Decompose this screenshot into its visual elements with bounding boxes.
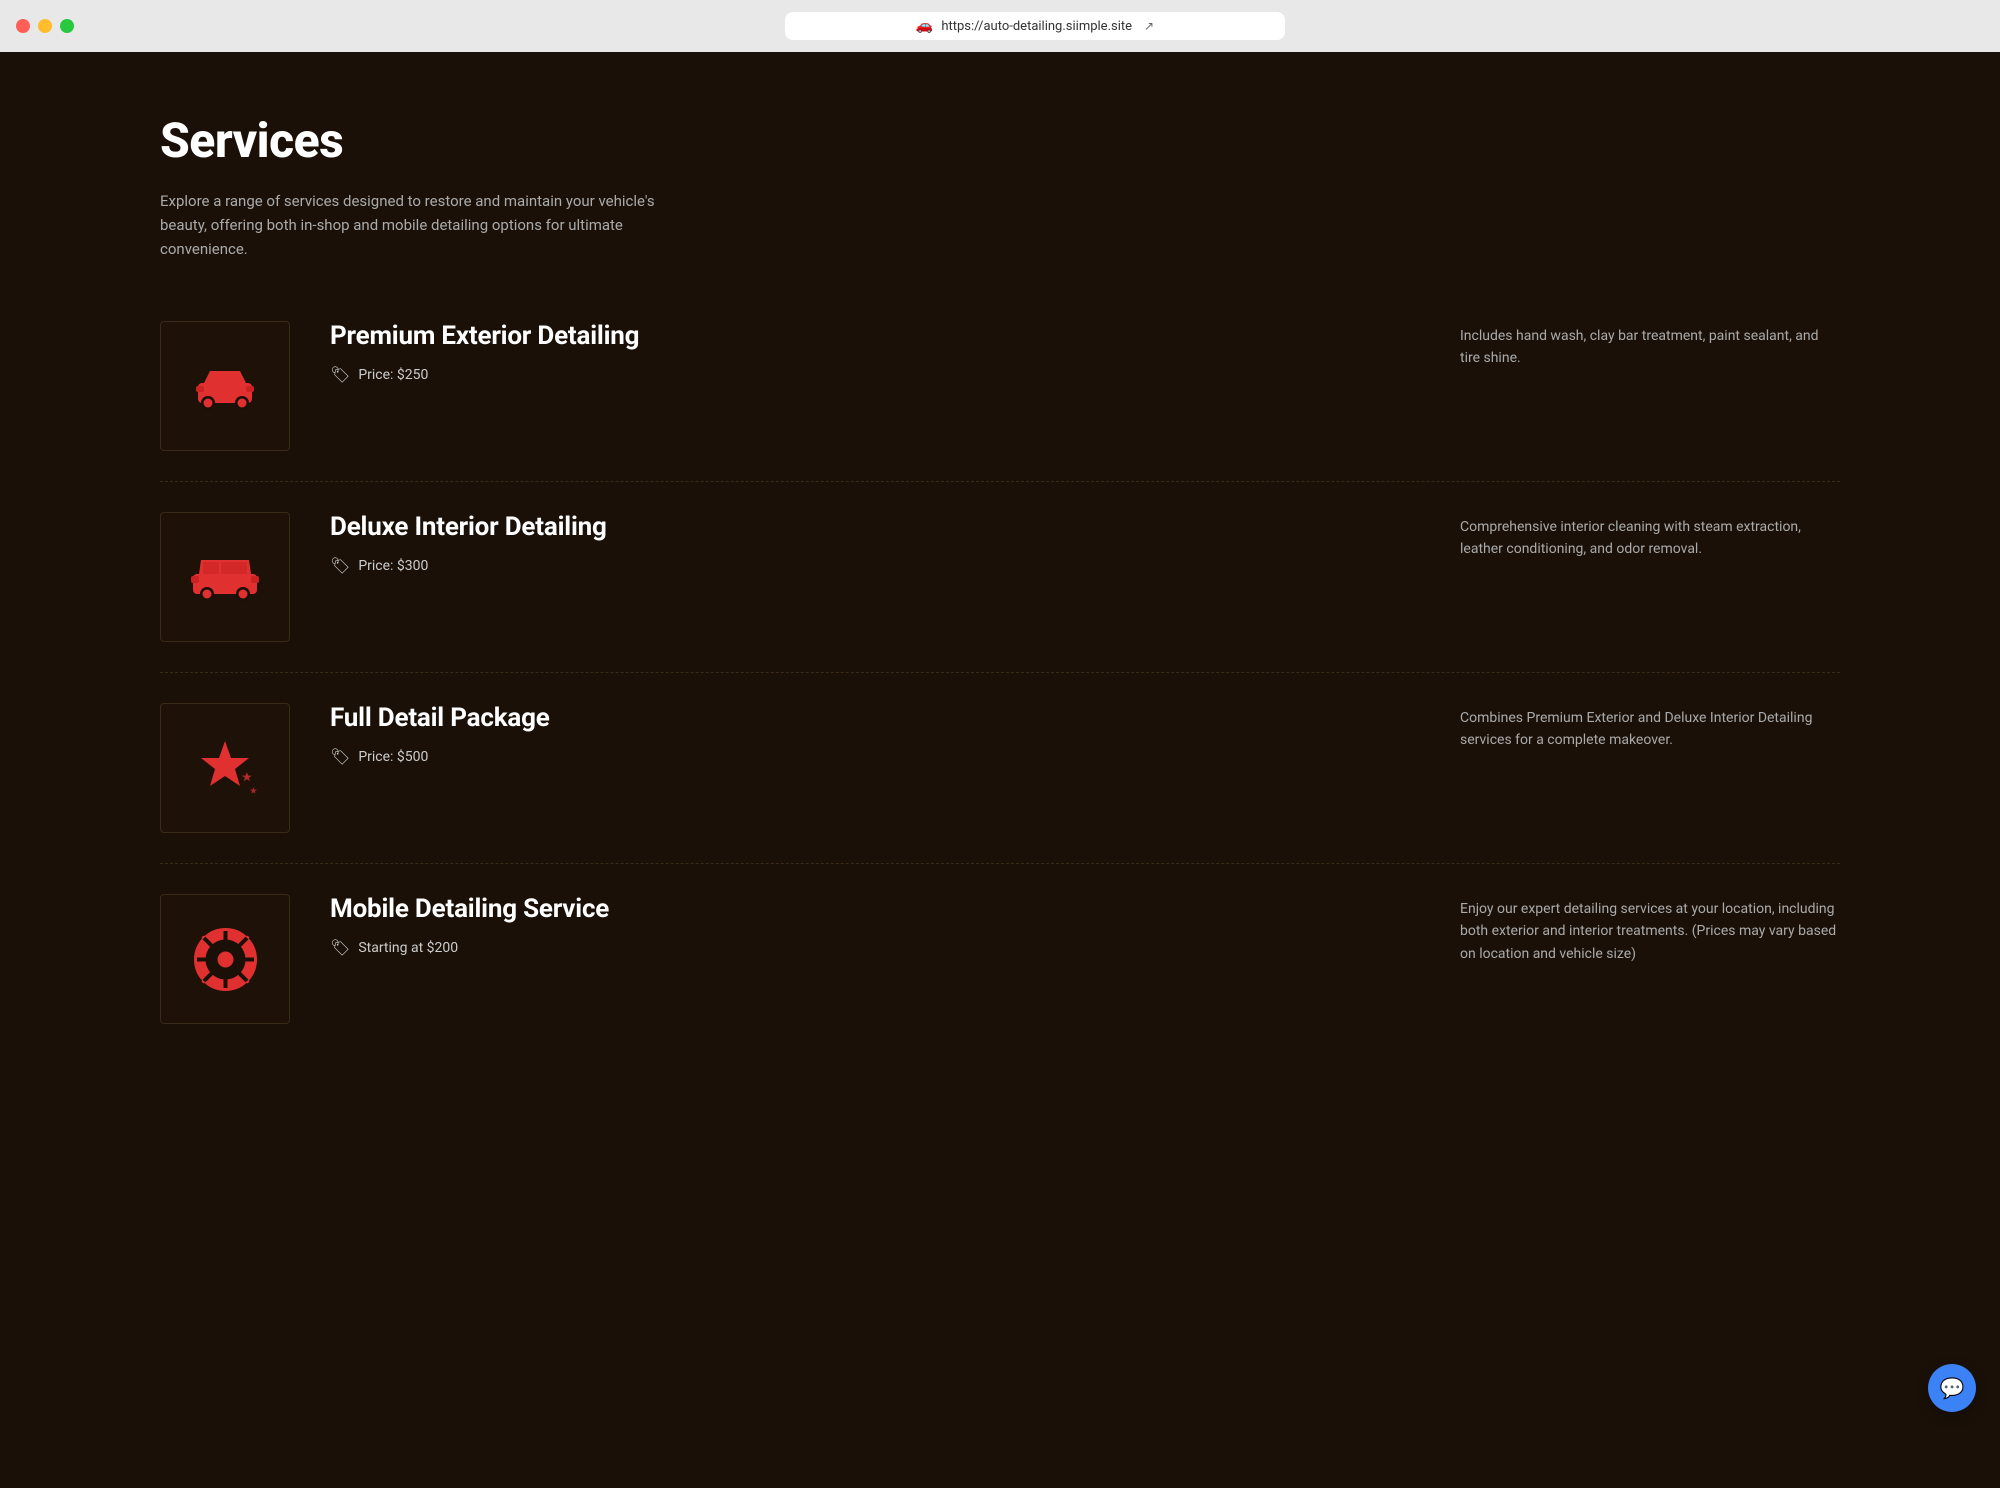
chat-button[interactable]: 💬 bbox=[1928, 1364, 1976, 1412]
chat-icon: 💬 bbox=[1940, 1376, 1965, 1400]
suv-icon bbox=[189, 552, 261, 602]
external-link-icon[interactable]: ↗ bbox=[1144, 19, 1154, 33]
service-details-premium-exterior: Premium Exterior Detailing 🏷 Price: $250 bbox=[330, 321, 1460, 384]
url-bar[interactable]: 🚗 https://auto-detailing.siimple.site ↗ bbox=[785, 12, 1285, 40]
service-name-premium-exterior: Premium Exterior Detailing bbox=[330, 321, 1420, 351]
browser-chrome: 🚗 https://auto-detailing.siimple.site ↗ bbox=[0, 0, 2000, 52]
page-description: Explore a range of services designed to … bbox=[160, 189, 690, 261]
service-description-premium-exterior: Includes hand wash, clay bar treatment, … bbox=[1460, 321, 1840, 370]
price-value-full-detail: Price: $500 bbox=[358, 749, 428, 765]
service-price-premium-exterior: 🏷 Price: $250 bbox=[330, 365, 1420, 384]
close-button[interactable] bbox=[16, 19, 30, 33]
price-tag-icon-3: 🏷 bbox=[330, 747, 350, 766]
service-icon-box-full-detail bbox=[160, 703, 290, 833]
services-list: Premium Exterior Detailing 🏷 Price: $250… bbox=[160, 311, 1840, 1054]
service-description-deluxe-interior: Comprehensive interior cleaning with ste… bbox=[1460, 512, 1840, 561]
price-value-deluxe-interior: Price: $300 bbox=[358, 558, 428, 574]
favicon-icon: 🚗 bbox=[916, 18, 933, 34]
price-tag-icon-4: 🏷 bbox=[330, 938, 350, 957]
service-item-full-detail: Full Detail Package 🏷 Price: $500 Combin… bbox=[160, 673, 1840, 864]
service-details-deluxe-interior: Deluxe Interior Detailing 🏷 Price: $300 bbox=[330, 512, 1460, 575]
service-price-mobile-detailing: 🏷 Starting at $200 bbox=[330, 938, 1420, 957]
service-name-mobile-detailing: Mobile Detailing Service bbox=[330, 894, 1420, 924]
service-icon-box-mobile-detailing bbox=[160, 894, 290, 1024]
service-icon-box-deluxe-interior bbox=[160, 512, 290, 642]
car-icon bbox=[190, 361, 260, 411]
service-price-deluxe-interior: 🏷 Price: $300 bbox=[330, 556, 1420, 575]
service-item-mobile-detailing: Mobile Detailing Service 🏷 Starting at $… bbox=[160, 864, 1840, 1054]
url-text: https://auto-detailing.siimple.site bbox=[941, 19, 1132, 34]
service-price-full-detail: 🏷 Price: $500 bbox=[330, 747, 1420, 766]
price-value-mobile-detailing: Starting at $200 bbox=[358, 940, 458, 956]
wheel-icon bbox=[193, 927, 258, 992]
price-tag-icon: 🏷 bbox=[330, 365, 350, 384]
price-value-premium-exterior: Price: $250 bbox=[358, 367, 428, 383]
service-description-full-detail: Combines Premium Exterior and Deluxe Int… bbox=[1460, 703, 1840, 752]
star-icon bbox=[193, 736, 258, 801]
service-item-deluxe-interior: Deluxe Interior Detailing 🏷 Price: $300 … bbox=[160, 482, 1840, 673]
minimize-button[interactable] bbox=[38, 19, 52, 33]
service-icon-box-premium-exterior bbox=[160, 321, 290, 451]
main-content: Services Explore a range of services des… bbox=[0, 52, 2000, 1436]
browser-controls bbox=[16, 19, 74, 33]
service-item-premium-exterior: Premium Exterior Detailing 🏷 Price: $250… bbox=[160, 311, 1840, 482]
service-description-mobile-detailing: Enjoy our expert detailing services at y… bbox=[1460, 894, 1840, 965]
service-details-mobile-detailing: Mobile Detailing Service 🏷 Starting at $… bbox=[330, 894, 1460, 957]
maximize-button[interactable] bbox=[60, 19, 74, 33]
page-title: Services bbox=[160, 112, 1840, 169]
price-tag-icon-2: 🏷 bbox=[330, 556, 350, 575]
service-name-deluxe-interior: Deluxe Interior Detailing bbox=[330, 512, 1420, 542]
service-name-full-detail: Full Detail Package bbox=[330, 703, 1420, 733]
service-details-full-detail: Full Detail Package 🏷 Price: $500 bbox=[330, 703, 1460, 766]
